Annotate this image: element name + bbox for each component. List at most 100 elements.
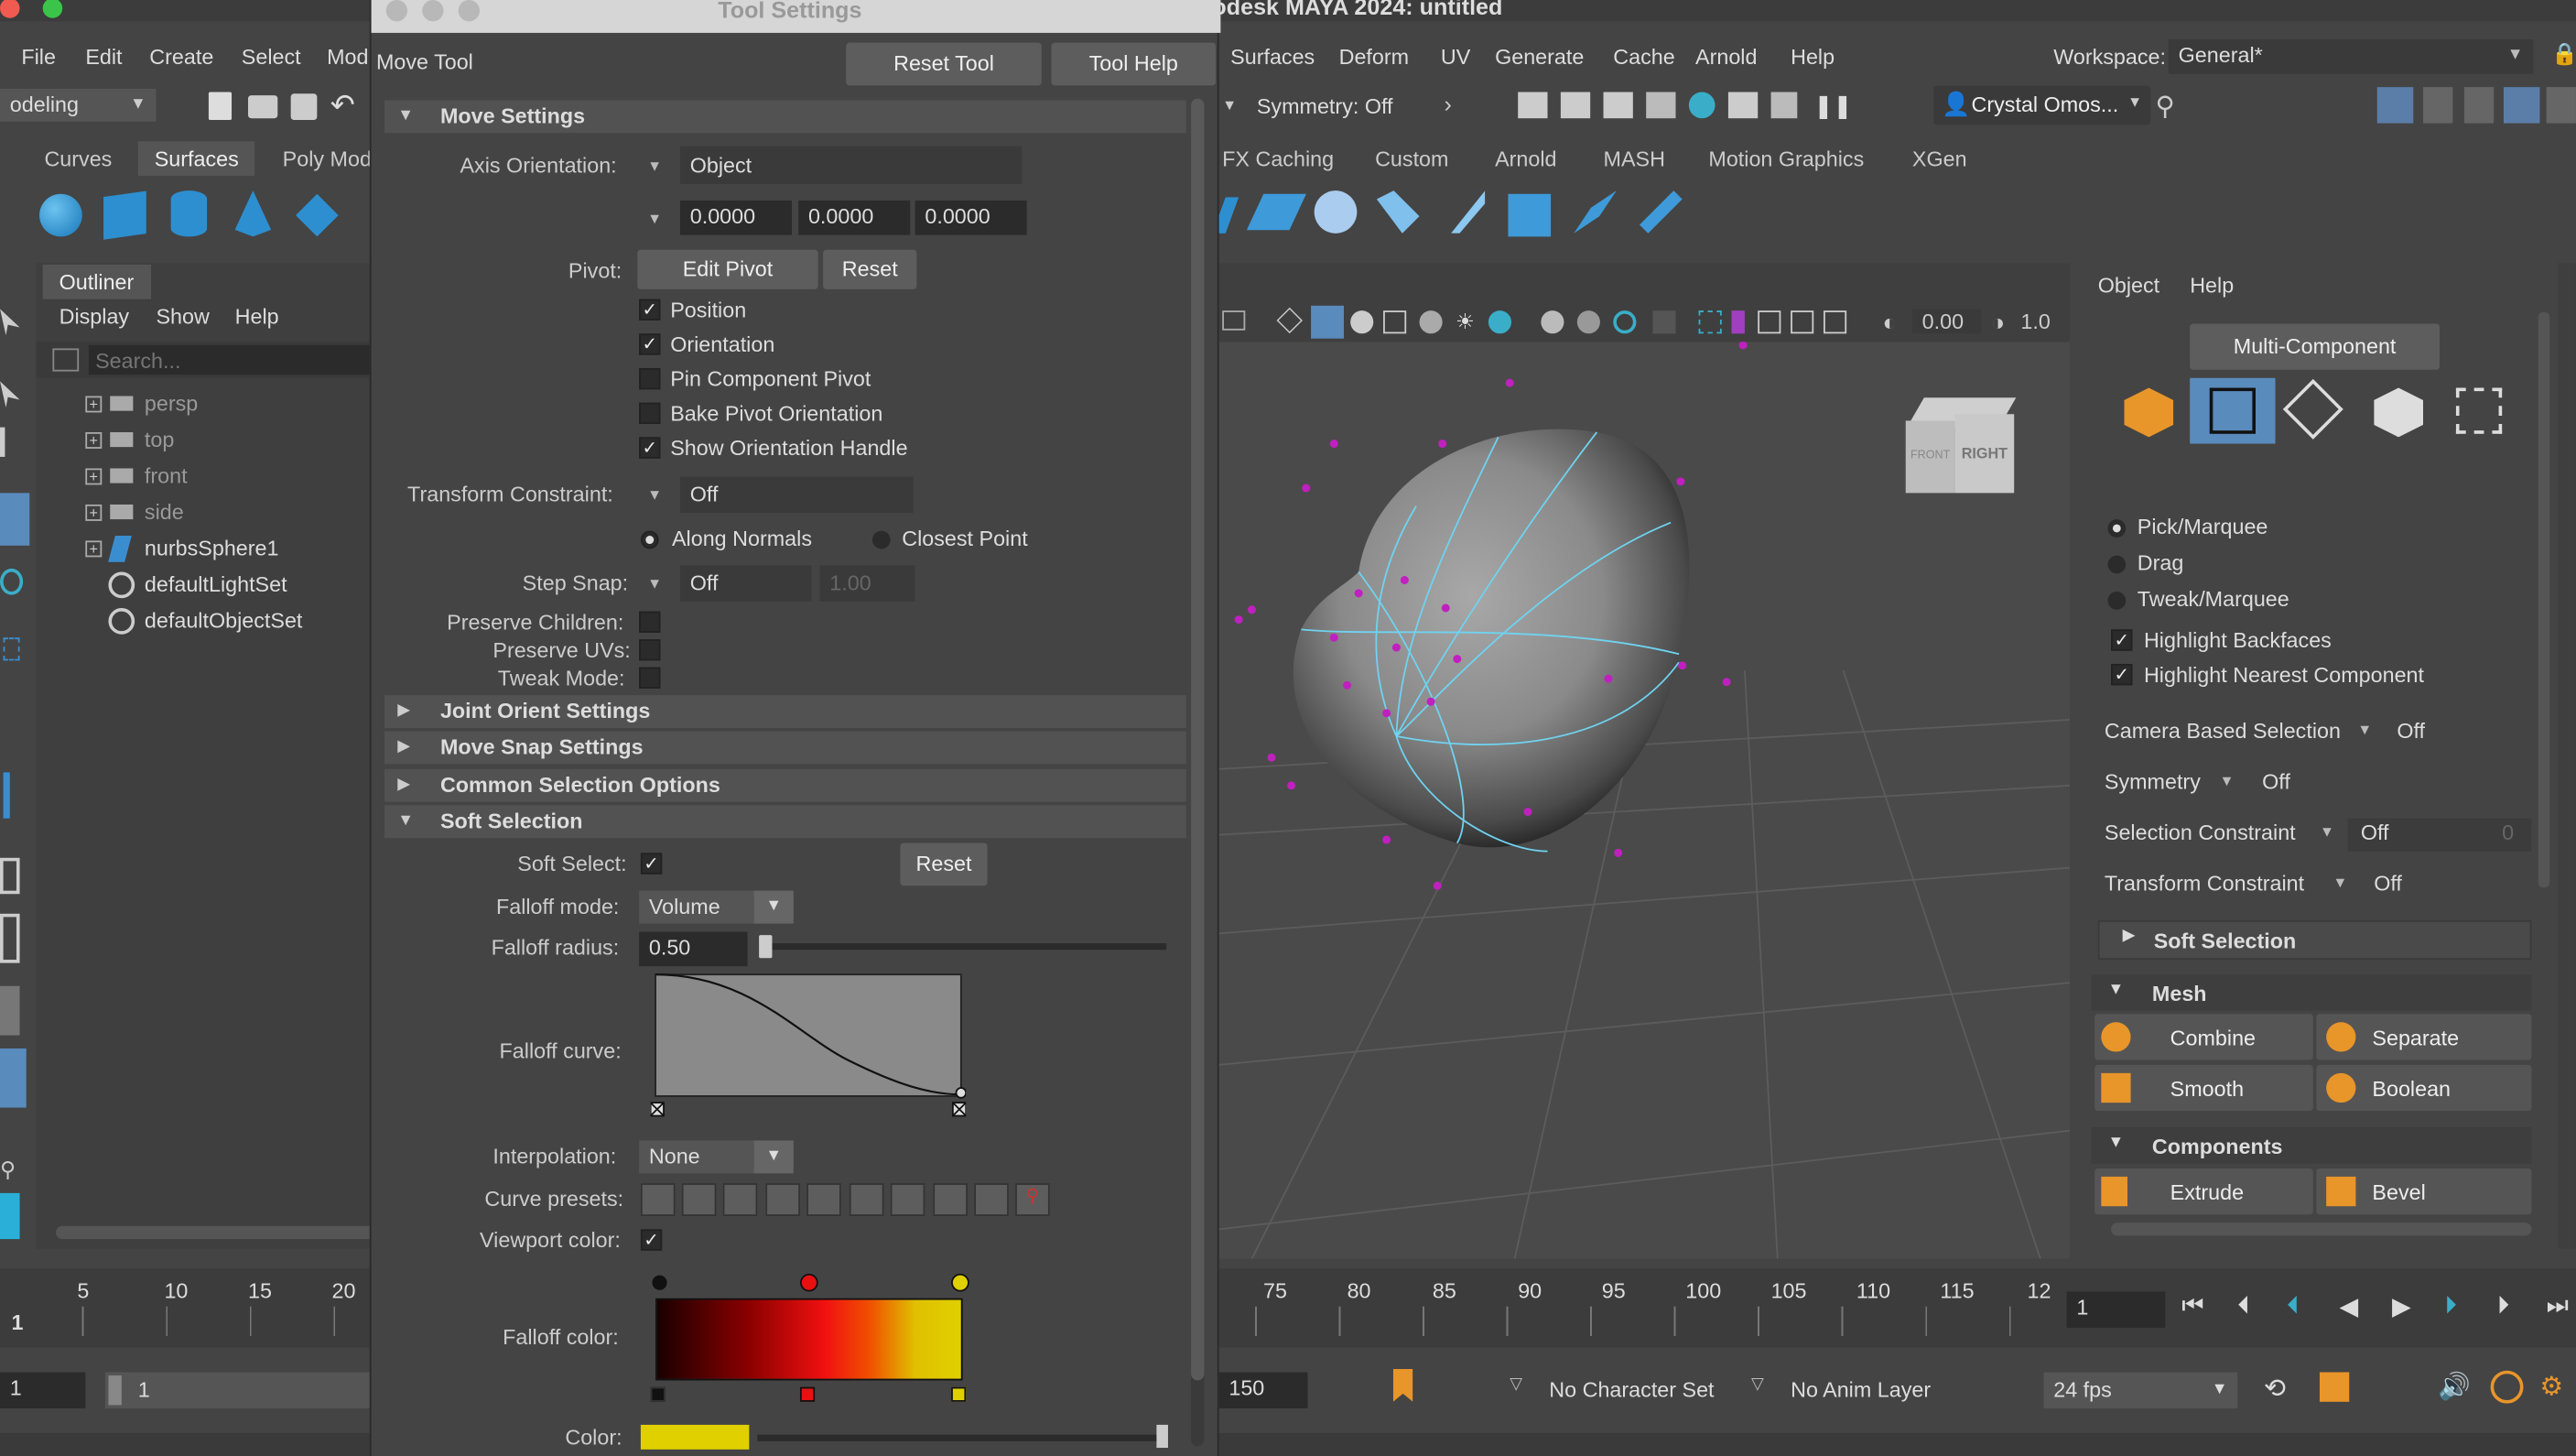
lasso-tool-icon[interactable]: [0, 381, 20, 408]
outliner-menu-help[interactable]: Help: [235, 304, 279, 329]
falloff-mode-dropdown[interactable]: Volume ▼: [639, 890, 794, 924]
preset-linear-icon[interactable]: [640, 1183, 676, 1217]
reset-tool-button[interactable]: Reset Tool: [846, 42, 1042, 86]
shadow-icon[interactable]: [1488, 310, 1512, 334]
render-view-icon[interactable]: [1727, 92, 1759, 119]
layout-four-icon[interactable]: [0, 913, 20, 963]
lock-icon[interactable]: 🔒: [2551, 41, 2576, 68]
light-editor-icon[interactable]: [1770, 92, 1798, 119]
preset-smooth-icon[interactable]: [681, 1183, 717, 1217]
color-marker-red[interactable]: [799, 1386, 816, 1402]
search-icon[interactable]: ⚲: [2156, 91, 2175, 124]
edge-mode-icon[interactable]: [2282, 378, 2343, 440]
menu-uv[interactable]: UV: [1441, 44, 1470, 69]
mtk-menu-help[interactable]: Help: [2190, 273, 2234, 298]
view-cube-front[interactable]: FRONT: [1905, 420, 1955, 494]
mtk-mesh-section[interactable]: ▼ Mesh: [2091, 974, 2532, 1011]
window-minimize-button[interactable]: [422, 0, 444, 22]
selection-constraint-row[interactable]: Selection Constraint ▼ Off 0: [2105, 818, 2541, 852]
symmetry-status[interactable]: Symmetry: Off: [1257, 93, 1393, 118]
light-icon[interactable]: ☀: [1456, 309, 1475, 335]
camera-attr-icon[interactable]: [1222, 310, 1246, 331]
outliner-search-input[interactable]: [88, 344, 382, 375]
menu-arnold[interactable]: Arnold: [1695, 44, 1757, 69]
pause-icon[interactable]: ❚❚: [1813, 92, 1852, 120]
mtk-vscrollbar[interactable]: [2538, 311, 2550, 888]
smooth-shade-icon[interactable]: [1311, 305, 1344, 339]
step-forward-frame-icon[interactable]: ⏵: [2444, 1292, 2456, 1320]
shelf-tool-icon-3[interactable]: [1314, 190, 1358, 234]
tool-settings-scrollbar[interactable]: [1191, 98, 1205, 1447]
axis-x-field[interactable]: 0.0000: [679, 200, 792, 235]
step-back-key-icon[interactable]: ⏴: [2237, 1292, 2249, 1320]
exposure-icon[interactable]: ◐: [1883, 309, 1897, 335]
render-settings-icon[interactable]: [1646, 92, 1676, 119]
expand-icon[interactable]: +: [85, 431, 103, 449]
color-slider[interactable]: [757, 1434, 1165, 1441]
select-tool-icon[interactable]: [0, 309, 20, 336]
list-item[interactable]: + top: [85, 424, 381, 457]
extrude-button[interactable]: Extrude: [2094, 1168, 2313, 1215]
expand-icon[interactable]: +: [85, 540, 103, 558]
list-item[interactable]: + side: [85, 496, 381, 529]
boolean-button[interactable]: Boolean: [2316, 1064, 2532, 1112]
outliner-layout-icon[interactable]: [0, 1048, 27, 1108]
view-cube-right[interactable]: RIGHT: [1954, 414, 2015, 494]
shelf-tab-xgen[interactable]: XGen: [1912, 147, 1967, 171]
shelf-tab-arnold[interactable]: Arnold: [1495, 147, 1556, 171]
nurbs-cone-icon[interactable]: [234, 190, 272, 237]
step-back-frame-icon[interactable]: ⏴: [2287, 1292, 2299, 1320]
character-set[interactable]: No Character Set: [1549, 1377, 1714, 1402]
shelf-tab-mash[interactable]: MASH: [1604, 147, 1665, 171]
color-marker-yellow[interactable]: [951, 1386, 967, 1402]
chevron-right-icon[interactable]: ›: [1444, 91, 1451, 117]
edit-pivot-button[interactable]: Edit Pivot: [637, 249, 818, 289]
mtk-components-section[interactable]: ▼ Components: [2091, 1127, 2532, 1164]
menu-deform[interactable]: Deform: [1339, 44, 1409, 69]
cache-icon[interactable]: [2319, 1372, 2350, 1402]
zoom-icon[interactable]: ⚲: [0, 1157, 16, 1183]
falloff-radius-field[interactable]: 0.50: [639, 931, 748, 967]
layout-icon-3[interactable]: [2463, 87, 2495, 124]
falloff-radius-handle[interactable]: [759, 935, 773, 959]
mtk-menu-object[interactable]: Object: [2098, 273, 2159, 298]
range-start-field[interactable]: 1: [0, 1372, 86, 1408]
viewport-color-checkbox[interactable]: ✓: [640, 1229, 663, 1251]
play-backwards-icon[interactable]: ◀: [2340, 1292, 2359, 1321]
soft-select-checkbox[interactable]: ✓: [640, 853, 663, 875]
combine-button[interactable]: Combine: [2094, 1014, 2313, 1060]
list-item[interactable]: + persp: [85, 388, 381, 421]
preserve-uvs-checkbox[interactable]: [639, 639, 661, 661]
outliner-tab[interactable]: Outliner: [42, 264, 151, 299]
common-selection-header[interactable]: ▶ Common Selection Options: [384, 768, 1186, 802]
undo-icon[interactable]: ↶: [330, 89, 355, 124]
go-to-start-icon[interactable]: ⏮: [2181, 1292, 2203, 1320]
pivot-reset-button[interactable]: Reset: [823, 249, 917, 289]
aa-icon[interactable]: [1613, 310, 1637, 334]
paint-select-icon[interactable]: [0, 427, 23, 457]
shelf-tab-fx-caching[interactable]: FX Caching: [1222, 147, 1334, 171]
shelf-tab-curves[interactable]: Curves: [44, 147, 112, 171]
play-forwards-icon[interactable]: ▶: [2392, 1292, 2411, 1321]
gamma-icon[interactable]: ◑: [1991, 309, 2005, 335]
xray-icon[interactable]: [1698, 310, 1722, 334]
ao-icon[interactable]: [1541, 310, 1564, 334]
multi-component-button[interactable]: Multi-Component: [2190, 323, 2440, 370]
workspace-dropdown[interactable]: General* ▼: [2168, 39, 2534, 74]
outliner-menu-show[interactable]: Show: [156, 304, 209, 329]
move-settings-header[interactable]: ▼ Move Settings: [384, 100, 1186, 134]
isolate-icon[interactable]: [1652, 310, 1676, 334]
new-scene-icon[interactable]: [208, 92, 233, 121]
preset-wave-icon[interactable]: [849, 1183, 884, 1217]
axis-y-field[interactable]: 0.0000: [798, 200, 911, 235]
save-scene-icon[interactable]: [290, 93, 318, 121]
gamma-value[interactable]: 1.0: [2020, 309, 2050, 333]
axis-z-field[interactable]: 0.0000: [915, 200, 1027, 235]
view-cube[interactable]: FRONT RIGHT: [1905, 397, 2017, 503]
step-forward-key-icon[interactable]: ⏵: [2497, 1292, 2509, 1320]
menu-generate[interactable]: Generate: [1495, 44, 1584, 69]
camera-based-selection-row[interactable]: Camera Based Selection ▼ Off: [2105, 716, 2532, 749]
scrollbar-thumb[interactable]: [1191, 98, 1205, 1381]
color-marker-black[interactable]: [650, 1386, 666, 1402]
menu-surfaces[interactable]: Surfaces: [1230, 44, 1315, 69]
